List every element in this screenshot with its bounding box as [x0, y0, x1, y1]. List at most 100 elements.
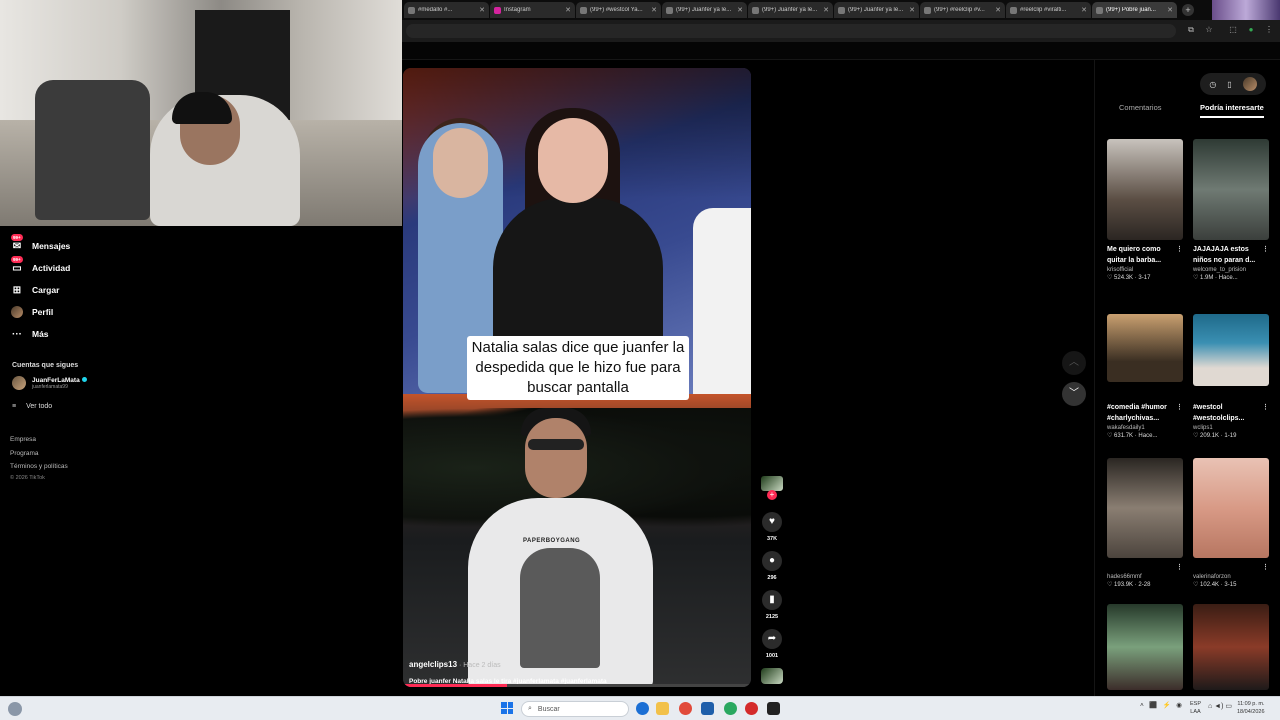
like-button[interactable]: ♥ 37K: [761, 512, 783, 542]
card-stats: ♡ 1.9M · Hace...: [1193, 275, 1238, 281]
more-options-icon[interactable]: ⋮: [1262, 562, 1269, 573]
language-indicator[interactable]: ESP LAA: [1190, 700, 1201, 716]
comment-button[interactable]: ● 296: [761, 551, 783, 581]
store-app-icon[interactable]: [701, 702, 714, 715]
next-video-button[interactable]: ﹀: [1062, 382, 1086, 406]
suggested-video-card[interactable]: #comedia #humor #charlychivas... ⋮ wakafe…: [1107, 314, 1183, 439]
install-icon[interactable]: ⧉: [1186, 25, 1196, 35]
clock-icon[interactable]: ◷: [1209, 80, 1216, 89]
nav-item-activity[interactable]: ▭ 99+ Actividad: [10, 256, 70, 275]
instagram-icon: [494, 6, 501, 14]
bookmark-star-icon[interactable]: ☆: [1204, 25, 1214, 35]
close-icon[interactable]: ✕: [1081, 6, 1087, 14]
browser-tab[interactable]: Instagram ✕: [490, 2, 575, 18]
close-icon[interactable]: ✕: [909, 6, 915, 14]
suggested-video-card[interactable]: [1107, 604, 1183, 690]
video-meta: angelclips13 · Hace 2 días Pobre juanfer…: [409, 654, 739, 685]
clock-date: 18/04/2026: [1237, 709, 1265, 715]
more-options-icon[interactable]: ⋮: [1262, 402, 1269, 413]
browser-tab-active[interactable]: (99+) Pobre juan... ✕: [1092, 2, 1177, 18]
nav-item-upload[interactable]: ⊞ Cargar: [10, 283, 60, 297]
save-count: 2125: [765, 614, 779, 620]
browser-tab[interactable]: (99+) Juanfer ya le... ✕: [662, 2, 747, 18]
see-all-link[interactable]: ≡ Ver todo: [12, 403, 52, 410]
close-icon[interactable]: ✕: [823, 6, 829, 14]
address-bar: ⧉ ☆ ⬚ ● ⋮: [402, 20, 1280, 42]
browser-tab[interactable]: #reelclip #viralti... ✕: [1006, 2, 1091, 18]
chrome-profile-app-icon[interactable]: [724, 702, 737, 715]
author-avatar[interactable]: [761, 476, 783, 491]
close-icon[interactable]: ✕: [651, 6, 657, 14]
music-disc-icon[interactable]: [761, 668, 783, 684]
tiktok-icon: [924, 6, 931, 14]
phone-icon[interactable]: ▯: [1227, 80, 1231, 89]
close-icon[interactable]: ✕: [1167, 6, 1173, 14]
browser-tab[interactable]: (99+) Juanfer ya le... ✕: [834, 2, 919, 18]
right-toolbar: ◷ ▯: [1200, 73, 1266, 95]
widgets-icon[interactable]: [8, 702, 22, 716]
nav-item-more[interactable]: ··· Más: [10, 327, 49, 341]
card-user: valerinaforzon: [1193, 574, 1231, 580]
app-icon[interactable]: [745, 702, 758, 715]
suggested-video-card[interactable]: ⋮ hades66mmf ♡ 193.9K · 2-28: [1107, 458, 1183, 588]
save-button[interactable]: ▮ 2125: [761, 590, 783, 620]
card-user: wakafesdaily1: [1107, 425, 1145, 431]
video-progress-bar[interactable]: [403, 684, 751, 687]
url-field[interactable]: [406, 24, 1176, 38]
video-timestamp: · Hace 2 días: [457, 662, 501, 669]
nav-item-profile[interactable]: Perfil: [10, 305, 53, 319]
video-thumbnail: [1193, 139, 1269, 240]
previous-video-button[interactable]: ︿: [1062, 351, 1086, 375]
more-options-icon[interactable]: ⋮: [1176, 402, 1183, 413]
close-icon[interactable]: ✕: [995, 6, 1001, 14]
new-tab-button[interactable]: +: [1182, 4, 1194, 16]
edge-app-icon[interactable]: [636, 702, 649, 715]
following-account[interactable]: JuanFerLaMata juanferlamata99: [12, 376, 87, 390]
following-heading: Cuentas que sigues: [12, 362, 79, 369]
more-options-icon[interactable]: ⋮: [1262, 244, 1269, 255]
footer-link-terms[interactable]: Términos y políticas: [10, 463, 68, 470]
card-stats: ♡ 631.7K · Hace...: [1107, 433, 1158, 439]
extension-icon[interactable]: ⬚: [1228, 25, 1238, 35]
suggested-video-card[interactable]: #westcol #westcolclips... ⋮ wclips1 ♡ 209…: [1193, 314, 1269, 439]
nav-item-messages[interactable]: ✉ 99+ Mensajes: [10, 234, 70, 253]
terminal-app-icon[interactable]: [767, 702, 780, 715]
card-stats: ♡ 102.4K · 3-15: [1193, 582, 1237, 588]
more-options-icon[interactable]: ⋮: [1176, 562, 1183, 573]
close-icon[interactable]: ✕: [565, 6, 571, 14]
close-icon[interactable]: ✕: [479, 6, 485, 14]
footer-link-company[interactable]: Empresa: [10, 436, 36, 443]
network-volume-icons[interactable]: ⌂ ◄) ▭: [1208, 702, 1232, 710]
video-player[interactable]: PAPERBOYGANG Natalia salas dice que juan…: [403, 68, 751, 687]
windows-start-icon[interactable]: [501, 702, 513, 714]
suggested-video-card[interactable]: Me quiero como quitar la barba... ⋮ kriso…: [1107, 139, 1183, 281]
close-icon[interactable]: ✕: [737, 6, 743, 14]
system-tray[interactable]: ˄ ⬛ ⚡ ◉: [1140, 701, 1182, 709]
taskbar-search[interactable]: ⌕ Buscar: [521, 701, 629, 717]
browser-tab[interactable]: #medallo #... ✕: [404, 2, 489, 18]
video-thumbnail: [1193, 314, 1269, 386]
card-user: welcome_to_prision: [1193, 267, 1247, 273]
file-explorer-icon[interactable]: [656, 702, 669, 715]
tab-suggested[interactable]: Podría interesarte: [1200, 103, 1264, 112]
footer-link-program[interactable]: Programa: [10, 450, 39, 457]
suggested-video-card[interactable]: JAJAJAJA estos niños no paran d... ⋮ welc…: [1193, 139, 1269, 281]
avatar[interactable]: [1242, 77, 1257, 91]
suggested-video-card[interactable]: [1193, 604, 1269, 690]
browser-tab[interactable]: (99+) Juanfer ya le... ✕: [748, 2, 833, 18]
tab-comments[interactable]: Comentarios: [1119, 103, 1162, 112]
account-handle: juanferlamata99: [32, 383, 68, 390]
video-author[interactable]: angelclips13: [409, 660, 457, 669]
browser-tab[interactable]: (99+) #westcol Ya... ✕: [576, 2, 661, 18]
clock[interactable]: 11:09 p. m. 18/04/2026: [1237, 700, 1265, 716]
share-button[interactable]: ➦ 1001: [761, 629, 783, 659]
menu-icon[interactable]: ⋮: [1264, 25, 1274, 35]
browser-tab[interactable]: (99+) #reelclip #v... ✕: [920, 2, 1005, 18]
follow-plus-button[interactable]: +: [767, 490, 777, 500]
chrome-app-icon[interactable]: [679, 702, 692, 715]
comment-bubble-icon: ●: [762, 551, 782, 571]
profile-icon[interactable]: ●: [1246, 25, 1256, 35]
more-options-icon[interactable]: ⋮: [1176, 244, 1183, 255]
suggested-video-card[interactable]: ⋮ valerinaforzon ♡ 102.4K · 3-15: [1193, 458, 1269, 588]
copyright: © 2026 TikTok: [10, 475, 45, 481]
